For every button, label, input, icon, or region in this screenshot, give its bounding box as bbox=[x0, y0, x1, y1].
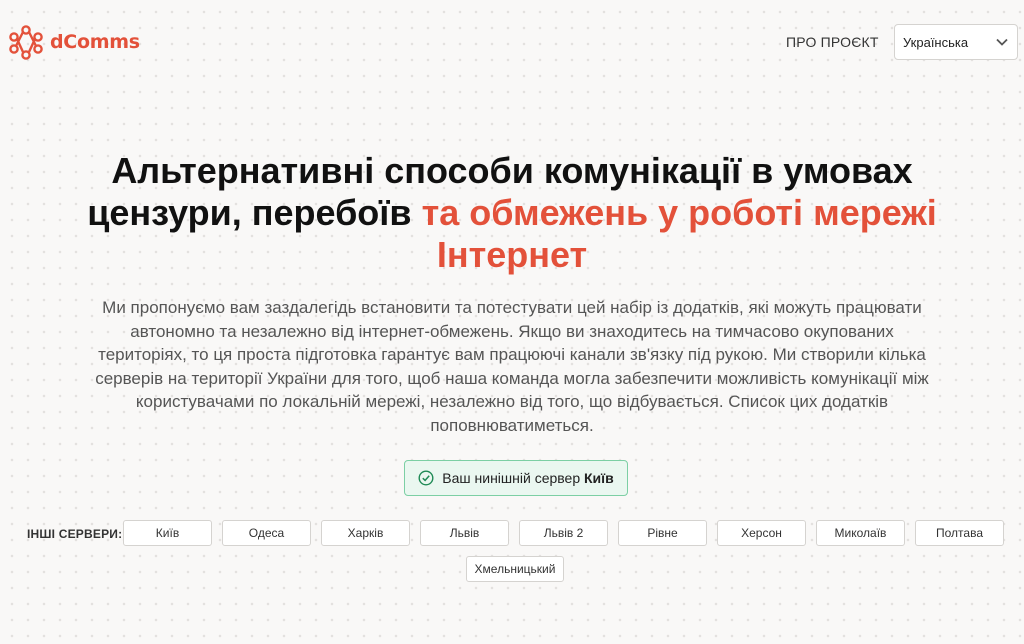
top-navigation: dComms ПРО ПРОЄКТ Українська bbox=[0, 0, 1024, 84]
server-button-poltava[interactable]: Полтава bbox=[915, 520, 1004, 546]
server-button-khmelnytskyi[interactable]: Хмельницький bbox=[466, 556, 564, 582]
hero-description: Ми пропонуємо вам заздалегідь встановити… bbox=[95, 298, 929, 435]
hero-title-accent: та обмежень у роботі мережі Інтернет bbox=[421, 192, 937, 275]
logo[interactable]: dComms bbox=[8, 24, 140, 60]
server-button-kherson[interactable]: Херсон bbox=[717, 520, 806, 546]
check-circle-icon bbox=[418, 470, 434, 486]
language-select[interactable]: Українська bbox=[894, 24, 1018, 60]
other-servers-label: ІНШІ СЕРВЕРИ: bbox=[27, 527, 123, 541]
current-server-prefix: Ваш нинішній сервер bbox=[442, 470, 581, 486]
current-server-text: Ваш нинішній сервер Київ bbox=[442, 470, 613, 486]
chevron-down-icon bbox=[996, 38, 1008, 46]
server-button-mykolaiv[interactable]: Миколаїв bbox=[816, 520, 905, 546]
language-selected-value: Українська bbox=[903, 34, 969, 50]
server-button-lviv-2[interactable]: Львів 2 bbox=[519, 520, 608, 546]
logo-text: dComms bbox=[50, 31, 140, 53]
hero-title: Альтернативні способи комунікації в умов… bbox=[60, 150, 964, 276]
current-server-badge: Ваш нинішній сервер Київ bbox=[404, 460, 628, 496]
current-server-city: Київ bbox=[584, 470, 614, 486]
network-nodes-icon bbox=[9, 25, 43, 60]
server-button-kyiv[interactable]: Київ bbox=[123, 520, 212, 546]
server-button-lviv[interactable]: Львів bbox=[420, 520, 509, 546]
about-project-link[interactable]: ПРО ПРОЄКТ bbox=[786, 34, 879, 50]
server-button-kharkiv[interactable]: Харків bbox=[321, 520, 410, 546]
server-button-odesa[interactable]: Одеса bbox=[222, 520, 311, 546]
server-button-rivne[interactable]: Рівне bbox=[618, 520, 707, 546]
